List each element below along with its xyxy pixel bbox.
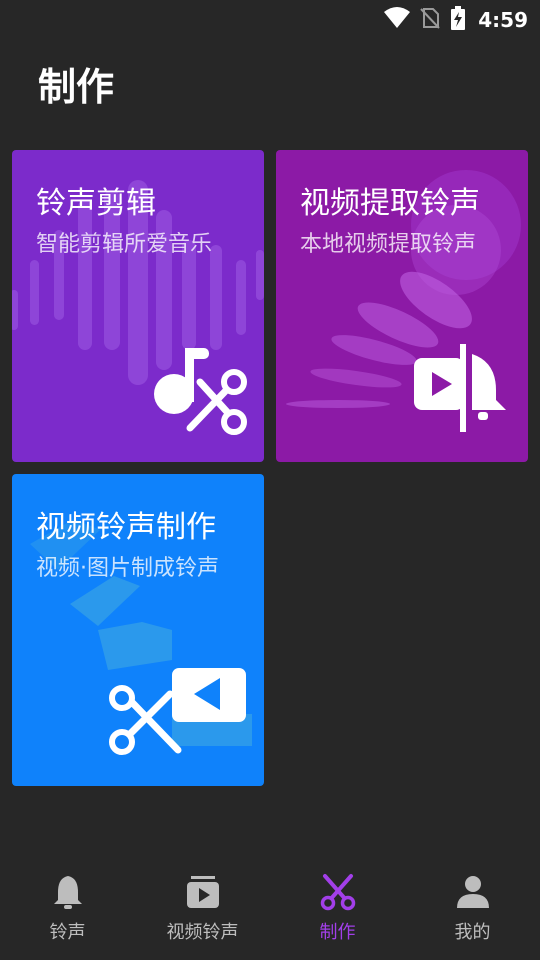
music-cut-icon: [154, 348, 247, 435]
card-subtitle: 智能剪辑所爱音乐: [36, 232, 213, 257]
nav-label: 铃声: [49, 922, 86, 943]
status-icons: 4:59: [384, 6, 528, 34]
nav-label: 我的: [454, 922, 491, 943]
bottom-nav: 铃声 视频铃声 制作 我的: [0, 858, 540, 960]
nav-item-mine[interactable]: 我的: [405, 858, 540, 960]
nav-label: 视频铃声: [166, 922, 239, 943]
card-title: 视频提取铃声: [300, 186, 480, 221]
nav-item-ringtone[interactable]: 铃声: [0, 858, 135, 960]
video-extract-ringtone-card[interactable]: 视频提取铃声 本地视频提取铃声: [276, 150, 528, 462]
scissors-video-icon: [109, 668, 246, 755]
ringtone-cut-card[interactable]: 铃声剪辑 智能剪辑所爱音乐: [12, 150, 264, 462]
video-ringtone-make-card[interactable]: 视频铃声制作 视频·图片制成铃声: [12, 474, 264, 786]
person-icon: [453, 872, 493, 912]
video-playlist-icon: [183, 872, 223, 912]
card-subtitle: 视频·图片制成铃声: [36, 556, 219, 581]
card-title: 铃声剪辑: [36, 186, 156, 221]
no-sim-icon: [420, 7, 440, 33]
nav-label: 制作: [319, 922, 356, 943]
nav-item-video-ringtone[interactable]: 视频铃声: [135, 858, 270, 960]
scissors-icon: [318, 872, 358, 912]
card-title: 视频铃声制作: [36, 510, 216, 545]
card-subtitle: 本地视频提取铃声: [300, 232, 477, 257]
video-to-ringtone-icon: [414, 344, 506, 432]
battery-charging-icon: [450, 6, 466, 34]
bell-icon: [48, 872, 88, 912]
wifi-icon: [384, 7, 411, 33]
nav-item-make[interactable]: 制作: [270, 858, 405, 960]
status-time: 4:59: [478, 8, 528, 32]
page-title: 制作: [38, 65, 115, 109]
status-bar: 4:59: [0, 0, 540, 36]
